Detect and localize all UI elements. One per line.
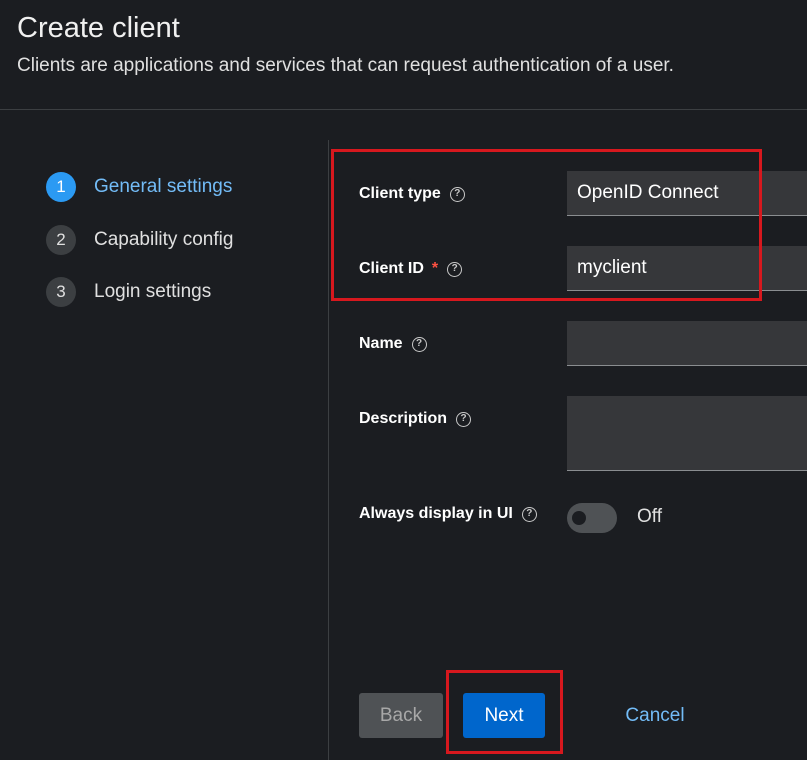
- page-subtitle: Clients are applications and services th…: [17, 55, 674, 76]
- name-label: Name ?: [359, 335, 427, 353]
- client-id-value: myclient: [577, 257, 647, 278]
- help-icon[interactable]: ?: [447, 261, 463, 277]
- step-number: 1: [46, 172, 76, 202]
- step-label: Login settings: [94, 281, 212, 302]
- required-marker: *: [431, 260, 439, 277]
- help-icon[interactable]: ?: [449, 186, 465, 202]
- always-display-label: Always display in UI ?: [359, 505, 537, 523]
- page-header: Create client Clients are applications a…: [0, 0, 807, 110]
- help-icon[interactable]: ?: [456, 411, 472, 427]
- toggle-knob: [572, 511, 586, 525]
- name-input[interactable]: [567, 321, 807, 366]
- description-textarea[interactable]: [567, 396, 807, 471]
- back-button[interactable]: Back: [359, 693, 443, 738]
- client-type-label: Client type ?: [359, 185, 465, 203]
- client-type-label-text: Client type: [359, 185, 441, 202]
- always-display-toggle[interactable]: [567, 503, 617, 533]
- help-icon[interactable]: ?: [411, 336, 427, 352]
- step-number: 2: [46, 225, 76, 255]
- wizard-divider: [328, 140, 329, 760]
- client-id-label: Client ID * ?: [359, 260, 463, 278]
- step-label: General settings: [94, 176, 233, 197]
- page-title: Create client: [17, 12, 180, 44]
- description-label-text: Description: [359, 410, 448, 427]
- client-type-value: OpenID Connect: [577, 182, 719, 203]
- step-label: Capability config: [94, 229, 234, 250]
- description-label: Description ?: [359, 410, 472, 428]
- wizard-step-capability-config[interactable]: 2 Capability config: [46, 225, 233, 255]
- create-client-page: Create client Clients are applications a…: [0, 0, 807, 760]
- cancel-button[interactable]: Cancel: [610, 693, 700, 738]
- step-number: 3: [46, 277, 76, 307]
- help-icon[interactable]: ?: [521, 506, 537, 522]
- client-type-select[interactable]: OpenID Connect: [567, 171, 807, 216]
- client-id-label-text: Client ID: [359, 260, 424, 277]
- wizard-step-general-settings[interactable]: 1 General settings: [46, 172, 232, 202]
- wizard-step-login-settings[interactable]: 3 Login settings: [46, 277, 211, 307]
- next-button[interactable]: Next: [463, 693, 545, 738]
- client-id-input[interactable]: myclient: [567, 246, 807, 291]
- name-label-text: Name: [359, 335, 403, 352]
- always-display-state: Off: [637, 506, 662, 527]
- always-display-label-text: Always display in UI: [359, 505, 513, 522]
